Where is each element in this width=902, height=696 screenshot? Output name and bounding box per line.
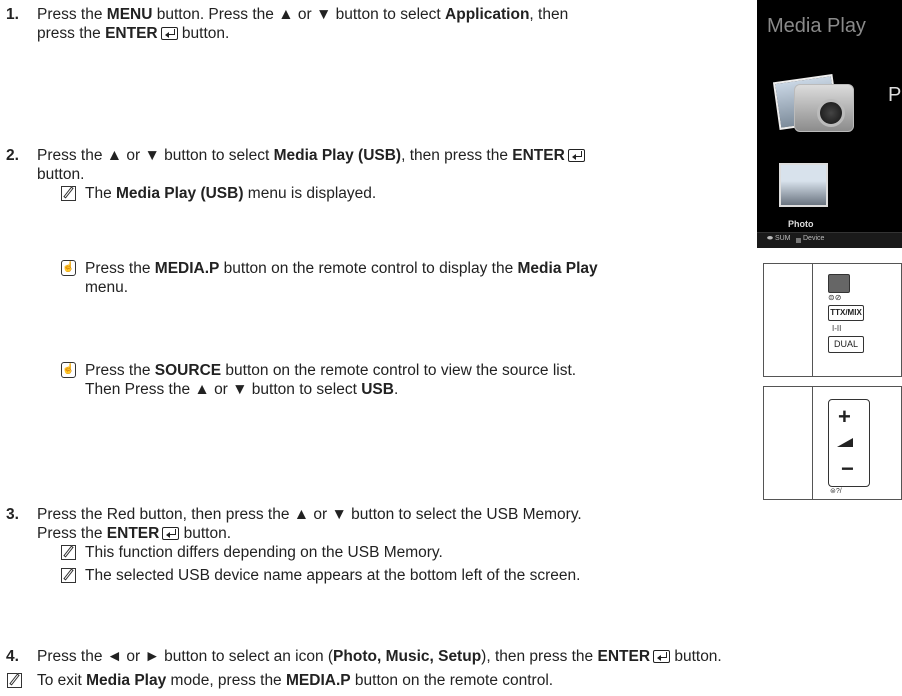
step-3-number: 3.: [6, 506, 19, 523]
enter-icon: [567, 149, 585, 162]
volume-rocker-graphic: + −: [828, 399, 870, 487]
volume-plus-icon: +: [838, 404, 851, 429]
step-2-note: The Media Play (USB) menu is displayed.: [85, 185, 377, 202]
step-3-line-2: Press the ENTER button.: [37, 525, 232, 542]
device-color-key: [796, 238, 801, 243]
remote-volume-illustration: + − ⊜?/: [763, 386, 902, 500]
tip-icon: ☝: [61, 260, 76, 276]
photo-label: Photo: [788, 219, 814, 229]
enter-icon: [653, 650, 671, 663]
volume-wedge-icon: [837, 438, 853, 447]
media-play-title: Media Play: [767, 15, 866, 37]
step-3-line-1: Press the Red button, then press the ▲ o…: [37, 506, 582, 523]
device-label: Device: [803, 235, 825, 242]
tv-footer-bar: ⬬ SUM Device: [757, 232, 902, 248]
step-2-tip-1-line-1: Press the MEDIA.P button on the remote c…: [85, 260, 598, 277]
volume-minus-icon: −: [841, 456, 854, 481]
step-4-number: 4.: [6, 648, 19, 665]
dual-button-graphic: DUAL: [828, 336, 864, 353]
ttx-mix-button-graphic: TTX/MIX: [828, 305, 864, 321]
step-3-note-2: The selected USB device name appears at …: [85, 567, 581, 584]
tip-icon: ☝: [61, 362, 76, 378]
photo-thumbnail-icon: [779, 163, 828, 207]
i-ii-label: I-II: [832, 324, 842, 333]
exit-note: To exit Media Play mode, press the MEDIA…: [37, 672, 554, 689]
step-2-tip-1-line-2: menu.: [85, 279, 129, 296]
step-1-line-2: press the ENTER button.: [37, 25, 230, 42]
step-1-number: 1.: [6, 6, 19, 23]
step-1-line-1: Press the MENU button. Press the ▲ or ▼ …: [37, 6, 569, 23]
note-icon: [7, 673, 22, 688]
note-icon: [61, 568, 76, 583]
step-2-tip-2-line-1: Press the SOURCE button on the remote co…: [85, 362, 577, 379]
enter-icon: [162, 527, 180, 540]
selected-item-label: P: [888, 84, 902, 106]
step-2-tip-2-line-2: Then Press the ▲ or ▼ button to select U…: [85, 381, 399, 398]
photo-camera-icon: [772, 70, 854, 136]
remote-sub-label: ⊜?/: [830, 488, 842, 495]
step-2-line-1: Press the ▲ or ▼ button to select Media …: [37, 147, 585, 165]
step-2-line-2: button.: [37, 166, 85, 183]
note-icon: [61, 545, 76, 560]
enter-icon: [160, 27, 178, 40]
remote-media-p-illustration: ⊜⊘ TTX/MIX I-II DUAL: [763, 263, 902, 377]
step-3-note-1: This function differs depending on the U…: [85, 544, 443, 561]
note-icon: [61, 186, 76, 201]
media-p-button-graphic: [828, 274, 850, 293]
media-play-screen: Media Play P Photo ⬬ SUM Device: [757, 0, 902, 248]
step-4-line-1: Press the ◄ or ► button to select an ico…: [37, 648, 722, 665]
sum-label: ⬬ SUM: [767, 235, 791, 242]
step-2-number: 2.: [6, 147, 19, 164]
teletext-icons: ⊜⊘: [828, 293, 842, 302]
